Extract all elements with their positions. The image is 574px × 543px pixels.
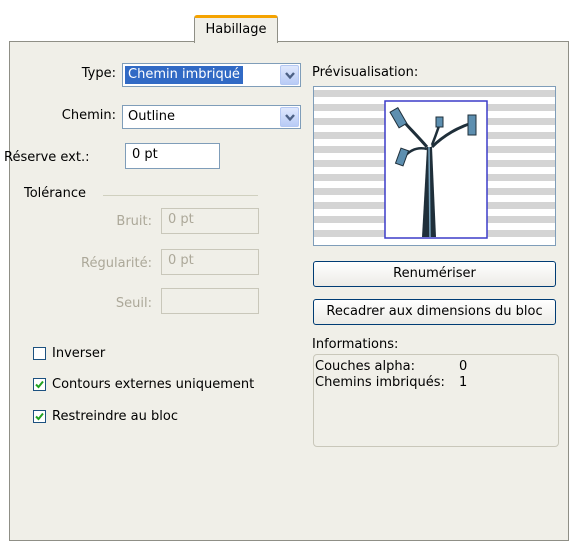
path-select[interactable]: Outline [122,105,301,129]
invert-label: Inverser [52,346,106,361]
preview-box [313,86,556,246]
checkmark-icon [35,412,44,421]
embedded-paths-value: 1 [459,375,468,390]
outside-edges-only-checkbox[interactable] [33,378,46,391]
alpha-channels-label: Couches alpha: [315,359,415,374]
outset-label: Réserve ext.: [4,150,90,165]
type-select-value: Chemin imbriqué [125,66,243,84]
threshold-label: Seuil: [115,296,152,311]
chevron-down-icon[interactable] [280,107,299,127]
crop-to-frame-button[interactable]: Recadrer aux dimensions du bloc [313,299,556,325]
path-label: Chemin: [61,108,116,123]
tab-habillage[interactable]: Habillage [194,15,278,43]
outside-edges-only-label: Contours externes uniquement [52,377,255,392]
embedded-paths-label: Chemins imbriqués: [315,375,445,390]
rescan-button[interactable]: Renumériser [313,261,556,287]
info-label: Informations: [312,337,399,352]
info-box: Couches alpha: 0 Chemins imbriqués: 1 [313,354,559,447]
tolerance-divider [103,195,258,196]
preview-label: Prévisualisation: [312,65,419,80]
outset-field[interactable]: 0 pt [125,143,220,169]
type-select[interactable]: Chemin imbriqué [122,63,301,87]
noise-field[interactable]: 0 pt [161,208,259,234]
tolerance-group-title: Tolérance [24,186,86,201]
invert-checkbox[interactable] [33,347,46,360]
restrict-to-frame-checkbox[interactable] [33,410,46,423]
smoothness-label: Régularité: [81,256,152,271]
alpha-channels-value: 0 [459,359,468,374]
type-label: Type: [81,66,116,81]
smoothness-field[interactable]: 0 pt [161,249,259,275]
restrict-to-frame-label: Restreindre au bloc [52,409,178,424]
threshold-field[interactable] [161,288,259,314]
noise-label: Bruit: [116,214,152,229]
chevron-down-icon[interactable] [280,65,299,85]
preview-image [314,90,555,239]
path-select-value: Outline [128,109,176,124]
tab-label: Habillage [205,22,267,37]
checkmark-icon [35,380,44,389]
